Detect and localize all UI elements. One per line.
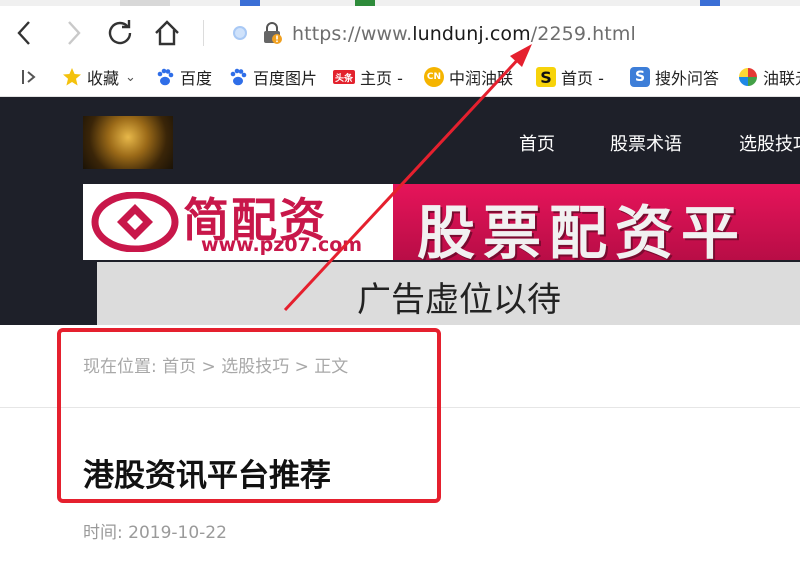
bookmarks-bar: 收藏 ⌄ 百度 百度图片 头条 主页 - CN 中润油联 S 首页 - S 搜外… [0,58,800,97]
date-label: 时间: [83,523,123,543]
back-arrow-icon [17,21,30,45]
bookmark-label: 主页 - [360,69,403,88]
bookmark-youlian[interactable]: 油联元 [738,65,800,89]
url-domain: lundunj.com [412,23,531,45]
article-date: 2019-10-22 [128,523,227,543]
ad-placeholder: 广告虚位以待 [97,262,800,325]
home-button[interactable] [152,18,182,48]
reload-icon [108,20,132,45]
url-path: /2259.html [530,23,636,45]
pinwheel-icon [738,67,758,87]
nav-home[interactable]: 首页 [519,130,555,156]
ad-brand-panel: 简配资 www.pz07.com [83,184,393,260]
chevron-down-icon: ⌄ [125,69,136,85]
nav-stock-terms[interactable]: 股票术语 [610,130,682,156]
site-info-icon[interactable] [233,26,247,40]
home-icon [155,20,179,46]
bookmark-label: 百度图片 [253,69,318,88]
ad-slogan-panel: 股票配资平 [393,184,800,260]
lock-warning-icon[interactable] [262,22,282,48]
s-square-icon: S [630,67,650,87]
bookmark-label: 油联元 [763,69,800,88]
bookmark-label: 搜外问答 [655,69,720,88]
bookmark-label: 百度 [180,69,213,88]
toolbar-divider [203,20,204,46]
url-prefix: https://www. [292,23,413,45]
site-logo[interactable] [83,116,173,169]
bookmark-label: 中润油联 [449,69,514,88]
bookmark-label: 首页 - [561,69,604,88]
nav-stock-tips[interactable]: 选股技巧 [739,130,800,156]
toutiao-icon: 头条 [333,70,355,84]
site-header: 首页 股票术语 选股技巧 简配资 www.pz07.com 股票配资平 广告虚位… [0,97,800,325]
sidebar-toggle-button[interactable] [20,65,38,89]
ad-banner[interactable]: 简配资 www.pz07.com 股票配资平 [83,184,800,260]
forward-button[interactable] [58,18,88,48]
reload-button[interactable] [105,18,135,48]
s-logo-icon: S [536,67,556,87]
back-button[interactable] [10,18,40,48]
bookmark-zhongrun[interactable]: CN 中润油联 [424,65,513,89]
star-icon [62,67,82,87]
bookmark-souwai[interactable]: S 搜外问答 [630,65,719,89]
bookmark-baidu-images[interactable]: 百度图片 [228,65,317,89]
sidebar-toggle-icon [22,70,36,84]
address-bar-row: https://www.lundunj.com/2259.html [0,6,800,58]
url-field[interactable]: https://www.lundunj.com/2259.html [292,16,636,52]
ad-url-text: www.pz07.com [201,234,363,256]
annotation-highlight-box [57,328,441,503]
cn-icon: CN [424,67,444,87]
bookmark-label: 收藏 [87,69,120,88]
bookmark-baidu[interactable]: 百度 [155,65,212,89]
baidu-paw-icon [228,67,248,87]
baidu-paw-icon [155,67,175,87]
ad-placeholder-text: 广告虚位以待 [357,280,561,320]
bookmark-toutiao[interactable]: 头条 主页 - [333,65,403,89]
bookmark-s-home[interactable]: S 首页 - [536,65,604,89]
ad-brand-logo [91,192,179,252]
bookmark-favorites[interactable]: 收藏 ⌄ [62,65,136,89]
ad-slogan-text: 股票配资平 [417,199,748,260]
forward-arrow-icon [68,21,81,45]
article-meta: 时间: 2019-10-22 [83,518,227,543]
